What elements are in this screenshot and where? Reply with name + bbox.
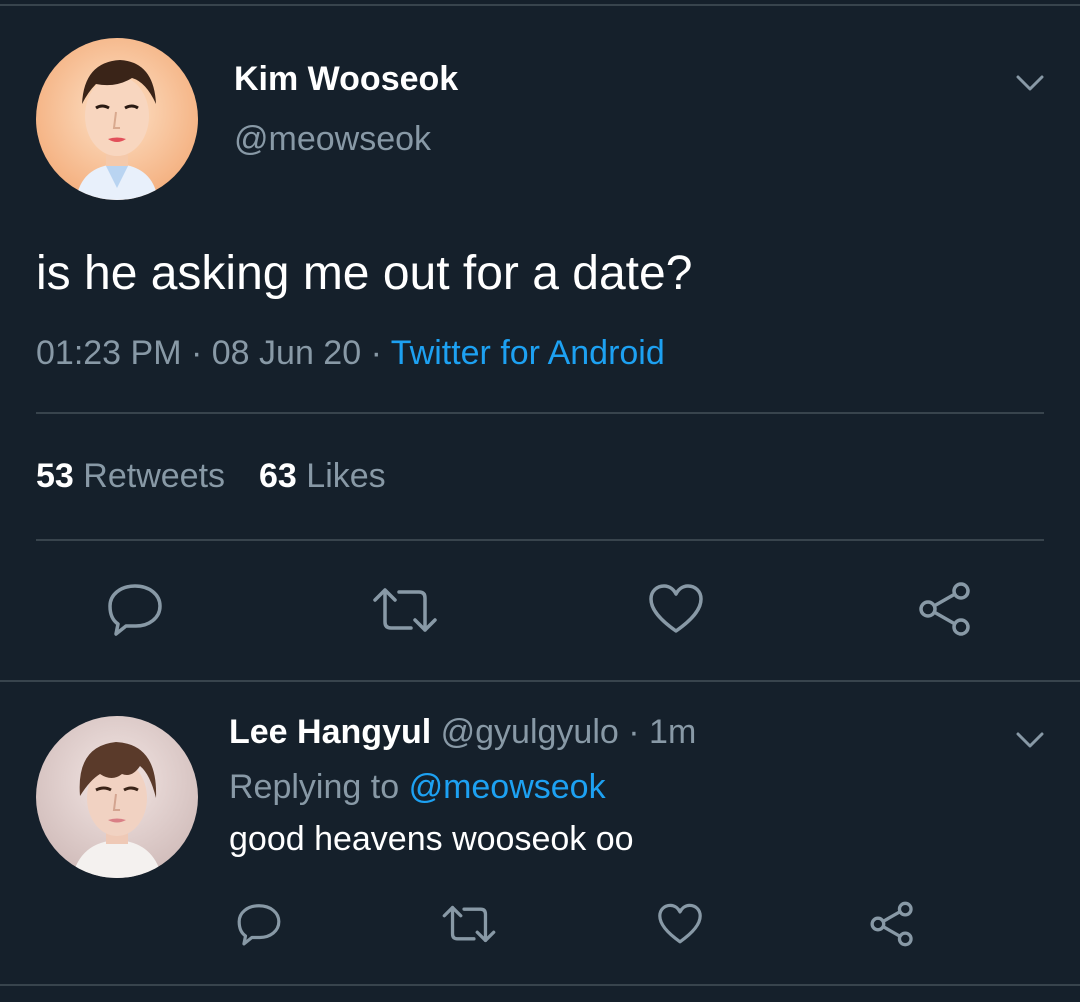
- like-label: Likes: [306, 457, 386, 495]
- tweet-text: is he asking me out for a date?: [36, 247, 693, 300]
- like-count: 63: [259, 457, 297, 495]
- retweet-icon[interactable]: [371, 586, 439, 634]
- replying-label: Replying to: [229, 768, 400, 806]
- tweet-meta: 01:23 PM · 08 Jun 20 · Twitter for Andro…: [36, 334, 665, 373]
- reply-time[interactable]: 1m: [649, 713, 696, 751]
- reply-header: Lee Hangyul @gyulgyulo · 1m: [229, 713, 696, 752]
- reply-text: good heavens wooseok oo: [229, 820, 634, 858]
- retweet-label: Retweets: [83, 457, 226, 495]
- meta-separator: ·: [370, 334, 382, 372]
- reply-author-handle[interactable]: @gyulgyulo: [441, 713, 619, 751]
- reply-separator: ·: [628, 713, 640, 751]
- avatar-photo: [36, 38, 198, 200]
- chevron-down-icon[interactable]: [1015, 73, 1045, 93]
- chevron-down-icon[interactable]: [1015, 730, 1045, 750]
- author-name[interactable]: Kim Wooseok: [234, 60, 458, 99]
- likes-stat[interactable]: 63 Likes: [259, 457, 386, 495]
- author-handle[interactable]: @meowseok: [234, 120, 431, 159]
- reply-author-avatar[interactable]: [36, 716, 198, 878]
- reply-icon[interactable]: [106, 582, 164, 636]
- replying-to-mention[interactable]: @meowseok: [409, 768, 606, 806]
- bottom-divider: [0, 984, 1080, 986]
- section-divider: [0, 680, 1080, 682]
- share-icon[interactable]: [916, 580, 974, 638]
- share-icon[interactable]: [868, 900, 916, 948]
- reply-author-name[interactable]: Lee Hangyul: [229, 713, 431, 751]
- replying-to-line: Replying to @meowseok: [229, 768, 606, 807]
- divider: [36, 539, 1044, 541]
- tweet-stats: 53 Retweets 63 Likes: [36, 457, 386, 496]
- tweet-time: 01:23 PM: [36, 334, 182, 372]
- tweet-source-link[interactable]: Twitter for Android: [391, 334, 665, 372]
- tweet-date: 08 Jun 20: [211, 334, 362, 372]
- avatar-photo: [36, 716, 198, 878]
- like-icon[interactable]: [657, 903, 703, 945]
- retweet-icon[interactable]: [441, 904, 497, 944]
- divider: [36, 412, 1044, 414]
- like-icon[interactable]: [648, 583, 704, 635]
- author-avatar[interactable]: [36, 38, 198, 200]
- meta-separator: ·: [190, 334, 203, 372]
- top-divider: [0, 4, 1080, 6]
- retweet-count: 53: [36, 457, 74, 495]
- retweets-stat[interactable]: 53 Retweets: [36, 457, 225, 495]
- reply-icon[interactable]: [236, 902, 282, 946]
